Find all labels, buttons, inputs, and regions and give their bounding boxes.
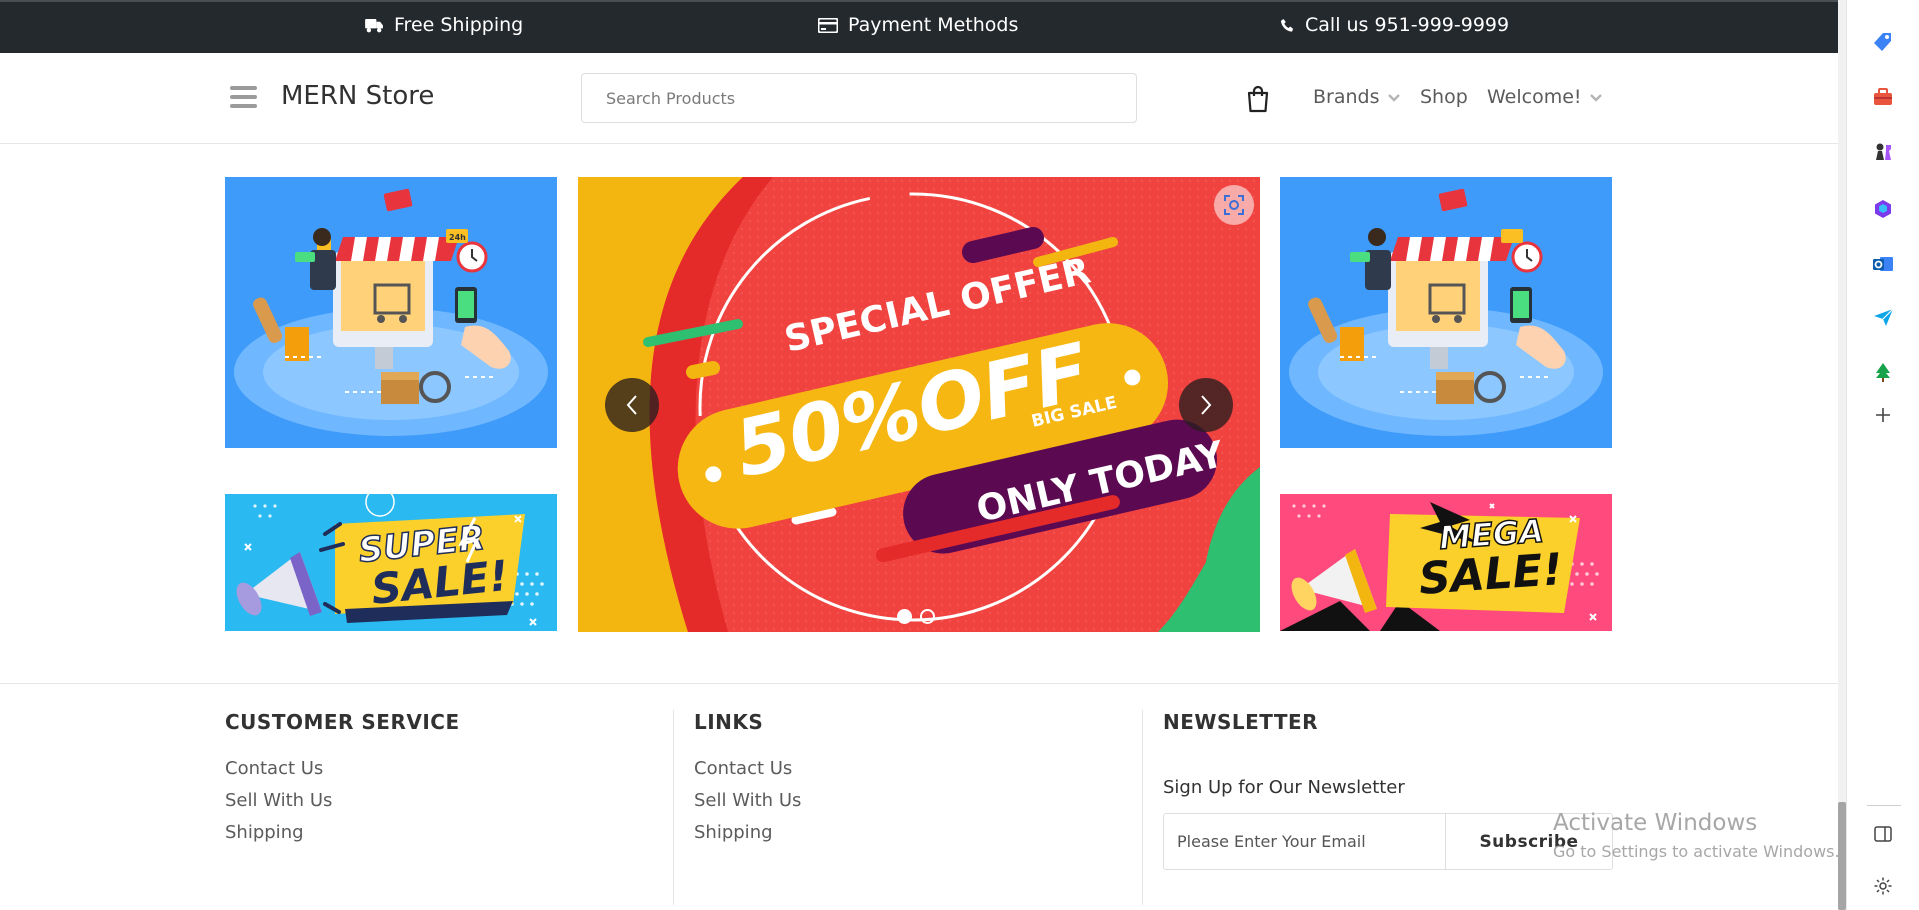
chevron-left-icon bbox=[626, 395, 637, 415]
menu-icon[interactable] bbox=[230, 86, 257, 108]
chevron-down-icon bbox=[1387, 94, 1400, 102]
carousel-dot-2[interactable] bbox=[920, 609, 935, 624]
watermark-subtitle: Go to Settings to activate Windows. bbox=[1553, 842, 1840, 861]
newsletter-email-input[interactable] bbox=[1163, 813, 1445, 870]
payment-methods-item: Payment Methods bbox=[818, 14, 1018, 36]
call-us-text: Call us 951-999-9999 bbox=[1305, 14, 1510, 36]
scrollbar-thumb[interactable] bbox=[1838, 802, 1846, 910]
newsletter-column: NEWSLETTER bbox=[1163, 710, 1318, 758]
plus-icon[interactable] bbox=[1871, 403, 1895, 427]
welcome-dropdown[interactable]: Welcome! bbox=[1487, 86, 1604, 108]
links-title: LINKS bbox=[694, 710, 764, 734]
chess-icon[interactable] bbox=[1871, 140, 1895, 164]
search-input[interactable] bbox=[581, 73, 1137, 123]
carousel-next-button[interactable] bbox=[1179, 378, 1233, 432]
free-shipping-item: Free Shipping bbox=[365, 14, 523, 36]
newsletter-title: NEWSLETTER bbox=[1163, 710, 1319, 734]
page-scrollbar[interactable] bbox=[1838, 0, 1846, 910]
shop-label: Shop bbox=[1420, 86, 1468, 108]
store-logo[interactable]: MERN Store bbox=[281, 81, 434, 111]
footer-link-shipping[interactable]: Shipping bbox=[225, 822, 460, 843]
footer-link-sell-with-us[interactable]: Sell With Us bbox=[694, 790, 801, 811]
brands-label: Brands bbox=[1313, 86, 1380, 108]
customer-service-column: CUSTOMER SERVICE Contact Us Sell With Us… bbox=[225, 710, 460, 854]
footer-link-shipping[interactable]: Shipping bbox=[694, 822, 801, 843]
visual-search-icon bbox=[1224, 195, 1244, 215]
toolbox-icon[interactable] bbox=[1871, 85, 1895, 109]
customer-service-title: CUSTOMER SERVICE bbox=[225, 710, 460, 734]
carousel-dot-1[interactable] bbox=[897, 609, 912, 624]
call-us-item: Call us 951-999-9999 bbox=[1280, 14, 1509, 36]
settings-icon[interactable] bbox=[1871, 874, 1895, 898]
footer-column-divider bbox=[1142, 710, 1143, 905]
mega-sale-line2: SALE! bbox=[1417, 544, 1564, 605]
carousel-prev-button[interactable] bbox=[605, 378, 659, 432]
payment-methods-text: Payment Methods bbox=[848, 14, 1019, 36]
newsletter-subtitle: Sign Up for Our Newsletter bbox=[1163, 777, 1405, 798]
watermark-title: Activate Windows bbox=[1553, 810, 1758, 836]
tree-icon[interactable] bbox=[1871, 360, 1895, 384]
online-store-banner-left[interactable]: 24h bbox=[225, 177, 557, 448]
outlook-icon[interactable] bbox=[1871, 252, 1895, 276]
activate-windows-watermark: Activate Windows Go to Settings to activ… bbox=[1553, 810, 1840, 861]
tag-icon[interactable] bbox=[1871, 30, 1895, 54]
chevron-down-icon bbox=[1589, 94, 1602, 102]
welcome-label: Welcome! bbox=[1487, 86, 1582, 108]
footer-link-contact-us[interactable]: Contact Us bbox=[225, 758, 460, 779]
main-header: MERN Store Brands Shop Welcome! bbox=[0, 53, 1838, 144]
shopping-bag-icon bbox=[1247, 85, 1269, 113]
carousel-indicators bbox=[897, 609, 935, 624]
browser-side-panel bbox=[1846, 0, 1919, 910]
side-panel-separator bbox=[1867, 805, 1901, 806]
footer-link-contact-us[interactable]: Contact Us bbox=[694, 758, 801, 779]
super-sale-banner[interactable]: SUPER SALE! bbox=[225, 494, 557, 631]
links-column: LINKS Contact Us Sell With Us Shipping bbox=[694, 710, 801, 854]
send-icon[interactable] bbox=[1871, 305, 1895, 329]
footer-column-divider bbox=[673, 710, 674, 905]
free-shipping-text: Free Shipping bbox=[394, 14, 524, 36]
visual-search-button[interactable] bbox=[1214, 185, 1254, 225]
chevron-right-icon bbox=[1201, 395, 1212, 415]
brands-dropdown[interactable]: Brands bbox=[1313, 86, 1402, 108]
shop-link[interactable]: Shop bbox=[1420, 86, 1468, 108]
credit-card-icon bbox=[818, 17, 838, 33]
footer-link-sell-with-us[interactable]: Sell With Us bbox=[225, 790, 460, 811]
truck-icon bbox=[365, 18, 383, 32]
copilot-icon[interactable] bbox=[1871, 197, 1895, 221]
store-badge-text: 24h bbox=[449, 233, 466, 242]
special-offer-slide: SPECIAL OFFER 50%OFF BIG SALE ONLY TODAY bbox=[578, 177, 1260, 632]
mega-sale-banner[interactable]: MEGA SALE! bbox=[1280, 494, 1612, 631]
phone-icon bbox=[1280, 18, 1294, 32]
sidebar-icon[interactable] bbox=[1871, 822, 1895, 846]
top-info-bar: Free Shipping Payment Methods Call us 95… bbox=[0, 0, 1838, 53]
cart-button[interactable] bbox=[1246, 85, 1270, 117]
online-store-banner-right[interactable] bbox=[1280, 177, 1612, 448]
hero-carousel[interactable]: SPECIAL OFFER 50%OFF BIG SALE ONLY TODAY bbox=[578, 177, 1260, 632]
footer-divider bbox=[0, 683, 1838, 684]
